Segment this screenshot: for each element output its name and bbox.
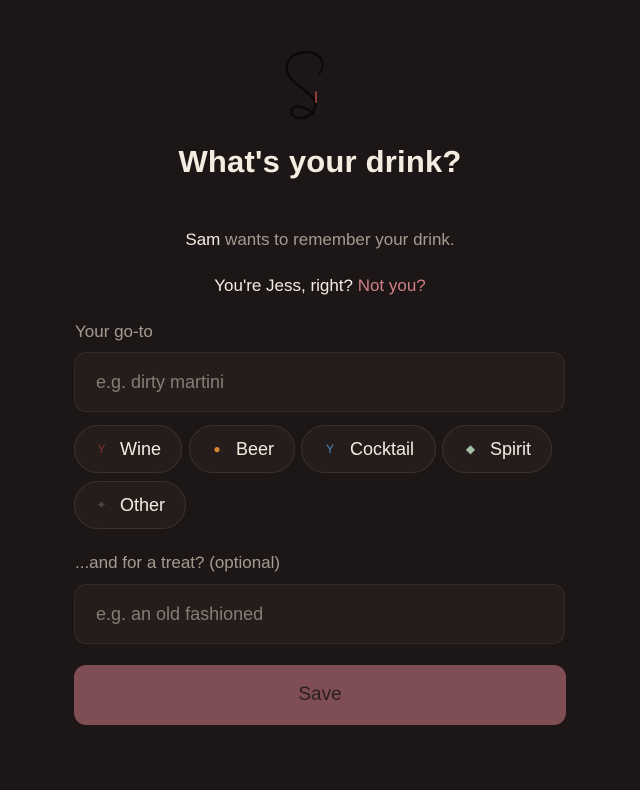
chip-label: Wine [119, 438, 161, 459]
cocktail-glass-icon: Y [325, 442, 334, 456]
s-logo-icon [285, 50, 324, 120]
wine-glass-icon: Y [97, 442, 106, 456]
goto-drink-input[interactable] [74, 352, 565, 412]
identity-text: You're Jess, right? [214, 276, 358, 295]
chip-wine[interactable]: Y Wine [74, 425, 182, 473]
request-description: Sam wants to remember your drink. [0, 230, 640, 250]
chip-beer[interactable]: ● Beer [189, 425, 295, 473]
chip-label: Beer [235, 438, 274, 459]
chip-label: Other [119, 494, 165, 515]
save-button[interactable]: Save [74, 665, 566, 725]
spirit-icon: ◆ [465, 442, 476, 456]
drink-preference-page: What's your drink? Sam wants to remember… [0, 0, 640, 790]
treat-drink-input[interactable] [74, 584, 565, 644]
chip-label: Cocktail [350, 438, 415, 459]
chip-cocktail[interactable]: Y Cocktail [301, 425, 436, 473]
requester-name: Sam [185, 230, 221, 249]
not-you-link[interactable]: Not you? [358, 276, 426, 295]
goto-label: Your go-to [75, 322, 153, 341]
other-drink-icon: ✦ [96, 498, 107, 512]
page-title: What's your drink? [178, 144, 462, 179]
beer-icon: ● [213, 442, 221, 456]
identity-confirmation: You're Jess, right? Not you? [0, 276, 640, 296]
chip-other[interactable]: ✦ Other [74, 481, 186, 529]
treat-label: ...and for a treat? (optional) [75, 553, 281, 572]
chip-label: Spirit [489, 438, 531, 459]
requester-text: wants to remember your drink. [220, 230, 455, 249]
chip-spirit[interactable]: ◆ Spirit [442, 425, 552, 473]
